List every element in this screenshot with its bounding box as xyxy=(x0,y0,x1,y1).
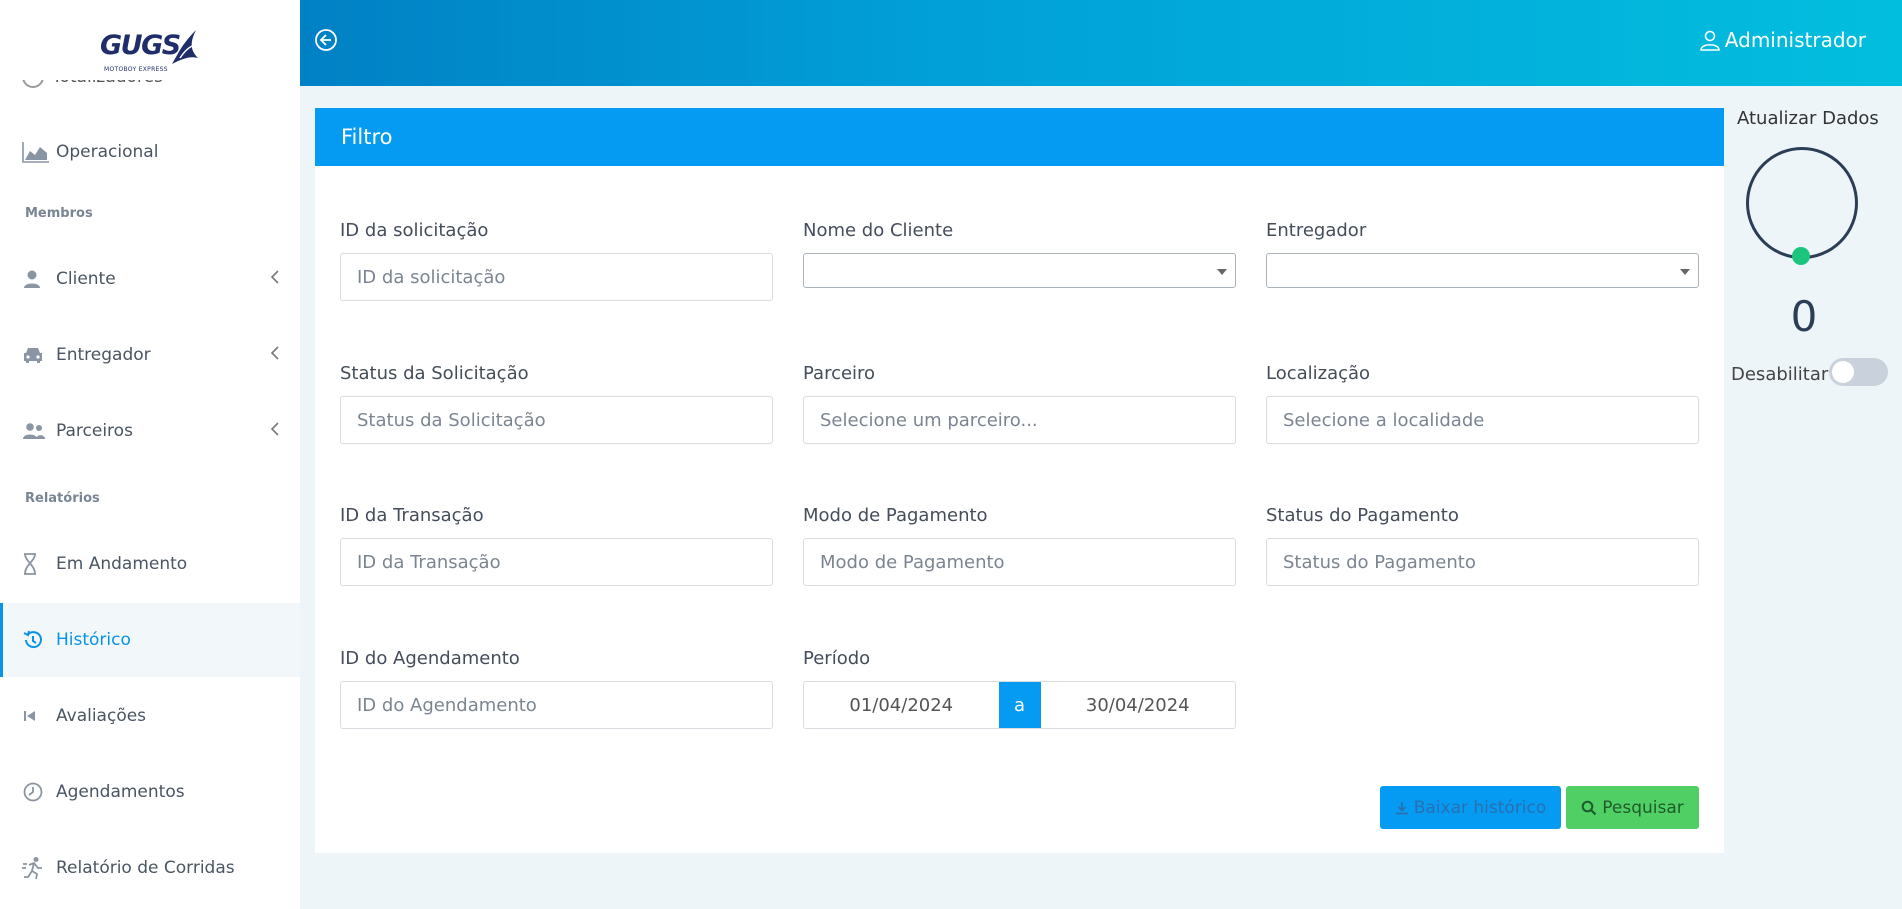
id-solicitacao-input[interactable] xyxy=(340,253,773,301)
sidebar-item-parceiros[interactable]: Parceiros xyxy=(0,394,300,468)
dashboard-icon xyxy=(22,80,44,88)
car-icon xyxy=(22,343,50,367)
field-label: Entregador xyxy=(1266,220,1367,241)
start-date-input[interactable]: 01/04/2024 xyxy=(804,682,999,728)
user-outline-icon xyxy=(1699,30,1720,51)
field-id-transacao: ID da Transação xyxy=(340,505,773,586)
field-nome-cliente: Nome do Cliente xyxy=(803,220,1236,288)
parceiro-input[interactable] xyxy=(803,396,1236,444)
caret-down-icon xyxy=(1217,269,1227,275)
button-label: Baixar histórico xyxy=(1413,797,1547,818)
field-id-agendamento: ID do Agendamento xyxy=(340,648,773,729)
status-pagamento-input[interactable] xyxy=(1266,538,1699,586)
filter-title: Filtro xyxy=(315,108,1724,166)
step-backward-icon xyxy=(22,704,50,728)
download-history-button[interactable]: Baixar histórico xyxy=(1380,786,1561,829)
disable-label: Desabilitar xyxy=(1731,364,1829,385)
status-solicitacao-input[interactable] xyxy=(340,396,773,444)
sidebar-item-label: Parceiros xyxy=(56,421,133,441)
sidebar-item-label: Operacional xyxy=(56,142,159,162)
back-circle-icon[interactable] xyxy=(314,28,338,52)
bird-logo-icon xyxy=(172,30,198,64)
refresh-title: Atualizar Dados xyxy=(1737,108,1879,129)
sidebar: GUGS MOTOBOY EXPRESS Totalizadores Opera… xyxy=(0,0,300,909)
download-icon xyxy=(1395,801,1408,814)
field-id-solicitacao: ID da solicitação xyxy=(340,220,773,301)
runner-icon xyxy=(22,856,50,880)
clock-icon xyxy=(22,780,50,804)
logo-subtitle: MOTOBOY EXPRESS xyxy=(104,66,168,73)
field-label: ID da solicitação xyxy=(340,220,489,241)
field-label: ID da Transação xyxy=(340,505,484,526)
entregador-select[interactable] xyxy=(1266,253,1699,288)
field-status-solicitacao: Status da Solicitação xyxy=(340,363,773,444)
id-agendamento-input[interactable] xyxy=(340,681,773,729)
area-chart-icon xyxy=(22,140,50,164)
date-range-separator: a xyxy=(998,682,1041,728)
field-status-pagamento: Status do Pagamento xyxy=(1266,505,1699,586)
filter-panel: Filtro ID da solicitação Nome do Cliente… xyxy=(315,108,1724,853)
refresh-counter: 0 xyxy=(1790,292,1818,341)
user-icon xyxy=(22,267,50,291)
field-label: ID do Agendamento xyxy=(340,648,520,669)
field-modo-pagamento: Modo de Pagamento xyxy=(803,505,1236,586)
field-label: Localização xyxy=(1266,363,1371,384)
sidebar-item-agendamentos[interactable]: Agendamentos xyxy=(0,755,300,829)
nav-group-relatorios: Relatórios xyxy=(25,491,100,506)
sidebar-item-label: Agendamentos xyxy=(56,782,185,802)
field-parceiro: Parceiro xyxy=(803,363,1236,444)
field-label: Modo de Pagamento xyxy=(803,505,988,526)
sidebar-item-relatorio-corridas[interactable]: Relatório de Corridas xyxy=(0,831,300,905)
sidebar-item-label: Avaliações xyxy=(56,706,147,726)
localizacao-input[interactable] xyxy=(1266,396,1699,444)
sidebar-item-operacional[interactable]: Operacional xyxy=(0,115,300,189)
toggle-knob xyxy=(1832,361,1854,383)
nav-group-membros: Membros xyxy=(25,206,93,221)
end-date-input[interactable]: 30/04/2024 xyxy=(1041,682,1236,728)
modo-pagamento-input[interactable] xyxy=(803,538,1236,586)
top-header: Administrador xyxy=(300,0,1902,86)
field-entregador: Entregador xyxy=(1266,220,1699,288)
refresh-timer-indicator xyxy=(1792,247,1810,265)
sidebar-item-entregador[interactable]: Entregador xyxy=(0,318,300,392)
logo[interactable]: GUGS MOTOBOY EXPRESS xyxy=(96,24,208,80)
user-menu[interactable]: Administrador xyxy=(1699,28,1866,52)
sidebar-item-label: Relatório de Corridas xyxy=(56,858,235,878)
field-periodo: Período 01/04/2024 a 30/04/2024 xyxy=(803,648,1236,729)
search-icon xyxy=(1581,800,1597,815)
field-label: Nome do Cliente xyxy=(803,220,954,241)
field-label: Status do Pagamento xyxy=(1266,505,1459,526)
nome-cliente-select[interactable] xyxy=(803,253,1236,288)
sidebar-item-label: Cliente xyxy=(56,269,116,289)
field-localizacao: Localização xyxy=(1266,363,1699,444)
field-label: Status da Solicitação xyxy=(340,363,529,384)
chevron-left-icon xyxy=(270,422,279,436)
history-icon xyxy=(22,628,50,652)
chevron-left-icon xyxy=(270,346,279,360)
hourglass-icon xyxy=(22,552,50,576)
users-icon xyxy=(22,419,50,443)
field-label: Período xyxy=(803,648,871,669)
button-label: Pesquisar xyxy=(1602,797,1684,818)
disable-refresh-toggle[interactable] xyxy=(1829,358,1888,386)
sidebar-item-label: Em Andamento xyxy=(56,554,188,574)
id-transacao-input[interactable] xyxy=(340,538,773,586)
chevron-left-icon xyxy=(270,270,279,284)
sidebar-item-label: Entregador xyxy=(56,345,151,365)
sidebar-item-cliente[interactable]: Cliente xyxy=(0,242,300,316)
search-button[interactable]: Pesquisar xyxy=(1566,786,1699,829)
sidebar-item-em-andamento[interactable]: Em Andamento xyxy=(0,527,300,601)
sidebar-item-label: Histórico xyxy=(56,630,131,650)
field-label: Parceiro xyxy=(803,363,876,384)
sidebar-item-historico[interactable]: Histórico xyxy=(0,603,300,677)
date-range: 01/04/2024 a 30/04/2024 xyxy=(803,681,1236,729)
caret-down-icon xyxy=(1680,269,1690,275)
sidebar-item-avaliacoes[interactable]: Avaliações xyxy=(0,679,300,753)
refresh-timer-ring xyxy=(1746,147,1858,259)
user-name: Administrador xyxy=(1724,28,1866,52)
